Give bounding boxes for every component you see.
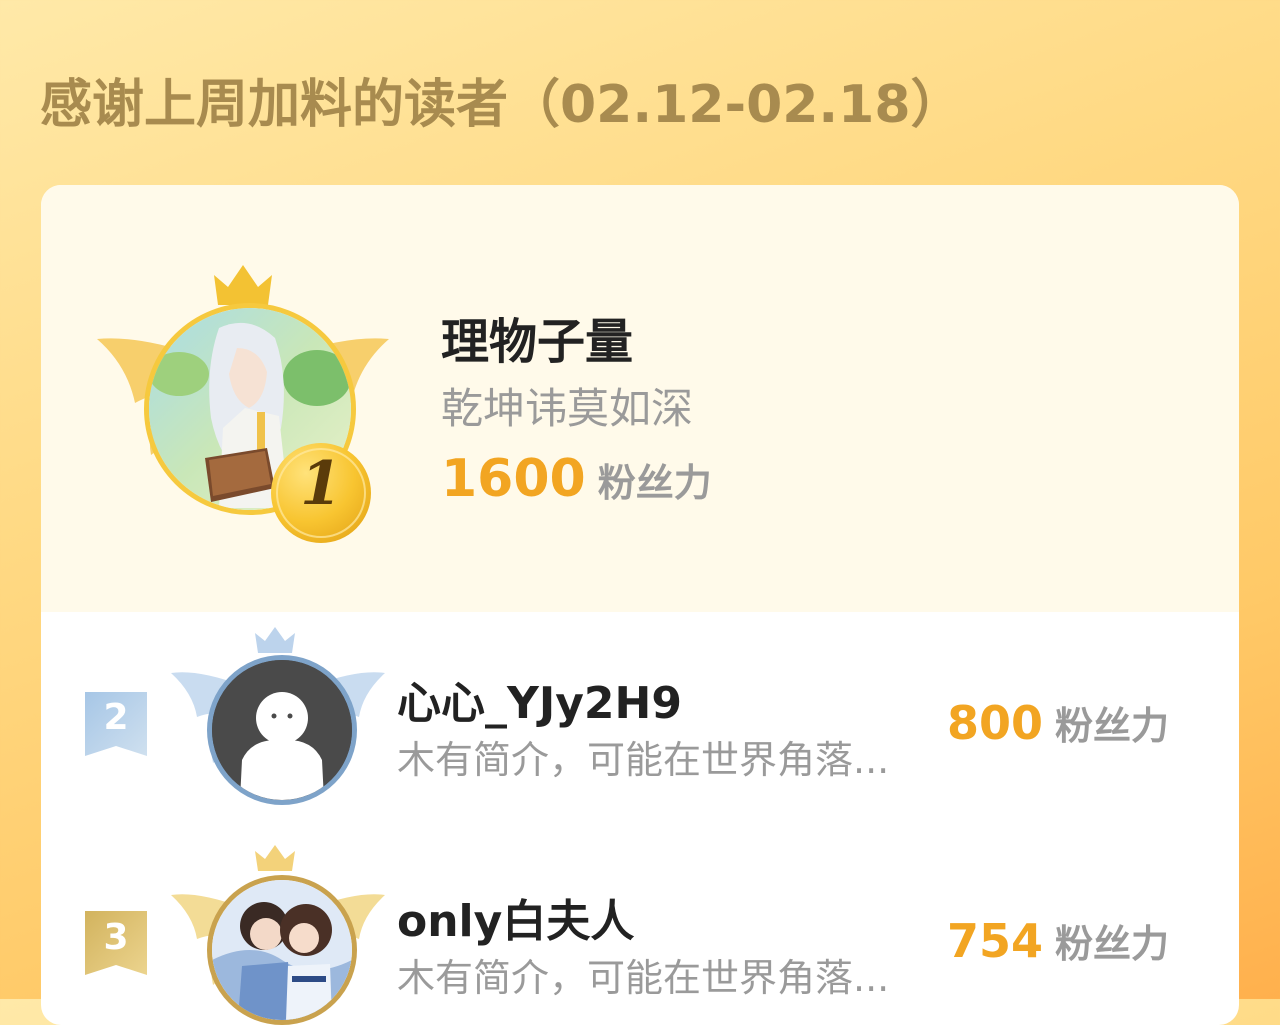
page-title: 感谢上周加料的读者（02.12-02.18） <box>40 75 963 135</box>
rank-number: 2 <box>103 697 129 738</box>
rank-first-section: 1 理物子量 乾坤讳莫如深 1600 粉丝力 <box>41 185 1239 612</box>
score-unit-label: 粉丝力 <box>597 461 712 505</box>
reader-score: 754 粉丝力 <box>947 913 1169 968</box>
first-place-score: 1600 粉丝力 <box>441 449 712 509</box>
first-place-bio: 乾坤讳莫如深 <box>441 384 694 433</box>
reader-name[interactable]: 心心_YJy2H9 <box>397 667 682 731</box>
avatar[interactable] <box>207 875 357 1025</box>
list-item[interactable]: 2 心心_YJy2H9 木有简介，可能在世界角落... 800 粉丝力 <box>41 625 1239 845</box>
reader-bio: 木有简介，可能在世界角落... <box>397 956 890 1000</box>
reader-bio: 木有简介，可能在世界角落... <box>397 738 890 782</box>
crown-icon <box>255 627 295 653</box>
score-unit-label: 粉丝力 <box>1055 922 1170 966</box>
first-place-score-value: 1600 <box>441 449 586 509</box>
reader-score: 800 粉丝力 <box>947 695 1169 750</box>
reader-score-value: 800 <box>947 696 1044 750</box>
crown-icon <box>255 845 295 871</box>
gold-medal-number: 1 <box>300 449 342 519</box>
default-avatar-icon <box>212 660 352 800</box>
list-item[interactable]: 3 only白夫人 木有简介，可能在世界角落... 754 粉丝力 <box>41 843 1239 1025</box>
rank-number: 3 <box>103 917 129 958</box>
avatar[interactable] <box>207 655 357 805</box>
reader-score-value: 754 <box>947 914 1044 968</box>
first-place-name[interactable]: 理物子量 <box>441 302 633 372</box>
avatar-illustration <box>212 880 352 1020</box>
crown-icon <box>214 265 272 305</box>
reader-name[interactable]: only白夫人 <box>397 885 634 949</box>
leaderboard-card: 1 理物子量 乾坤讳莫如深 1600 粉丝力 2 心心_YJy2H9 木有简介，… <box>41 185 1239 1025</box>
score-unit-label: 粉丝力 <box>1055 704 1170 748</box>
